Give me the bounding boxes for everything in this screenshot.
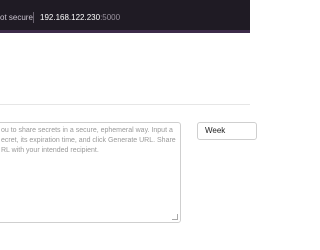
- url-port: :5000: [100, 13, 121, 22]
- browser-toolbar: ot secure 192.168.122.230:5000: [0, 0, 250, 31]
- address-separator: [33, 12, 34, 23]
- expiration-select[interactable]: Week: [197, 122, 257, 140]
- secret-textarea[interactable]: ou to share secrets in a secure, ephemer…: [0, 122, 181, 223]
- url-host: 192.168.122.230: [40, 13, 101, 22]
- security-indicator[interactable]: ot secure: [0, 13, 33, 23]
- placeholder-line: ou to share secrets in a secure, ephemer…: [1, 127, 173, 134]
- page-header: [0, 56, 250, 105]
- address-bar[interactable]: 192.168.122.230:5000: [40, 13, 120, 23]
- resize-handle[interactable]: [172, 214, 178, 220]
- placeholder-line: ecret, its expiration time, and click Ge…: [1, 137, 176, 144]
- placeholder-line: RL with your intended recipient.: [1, 147, 99, 154]
